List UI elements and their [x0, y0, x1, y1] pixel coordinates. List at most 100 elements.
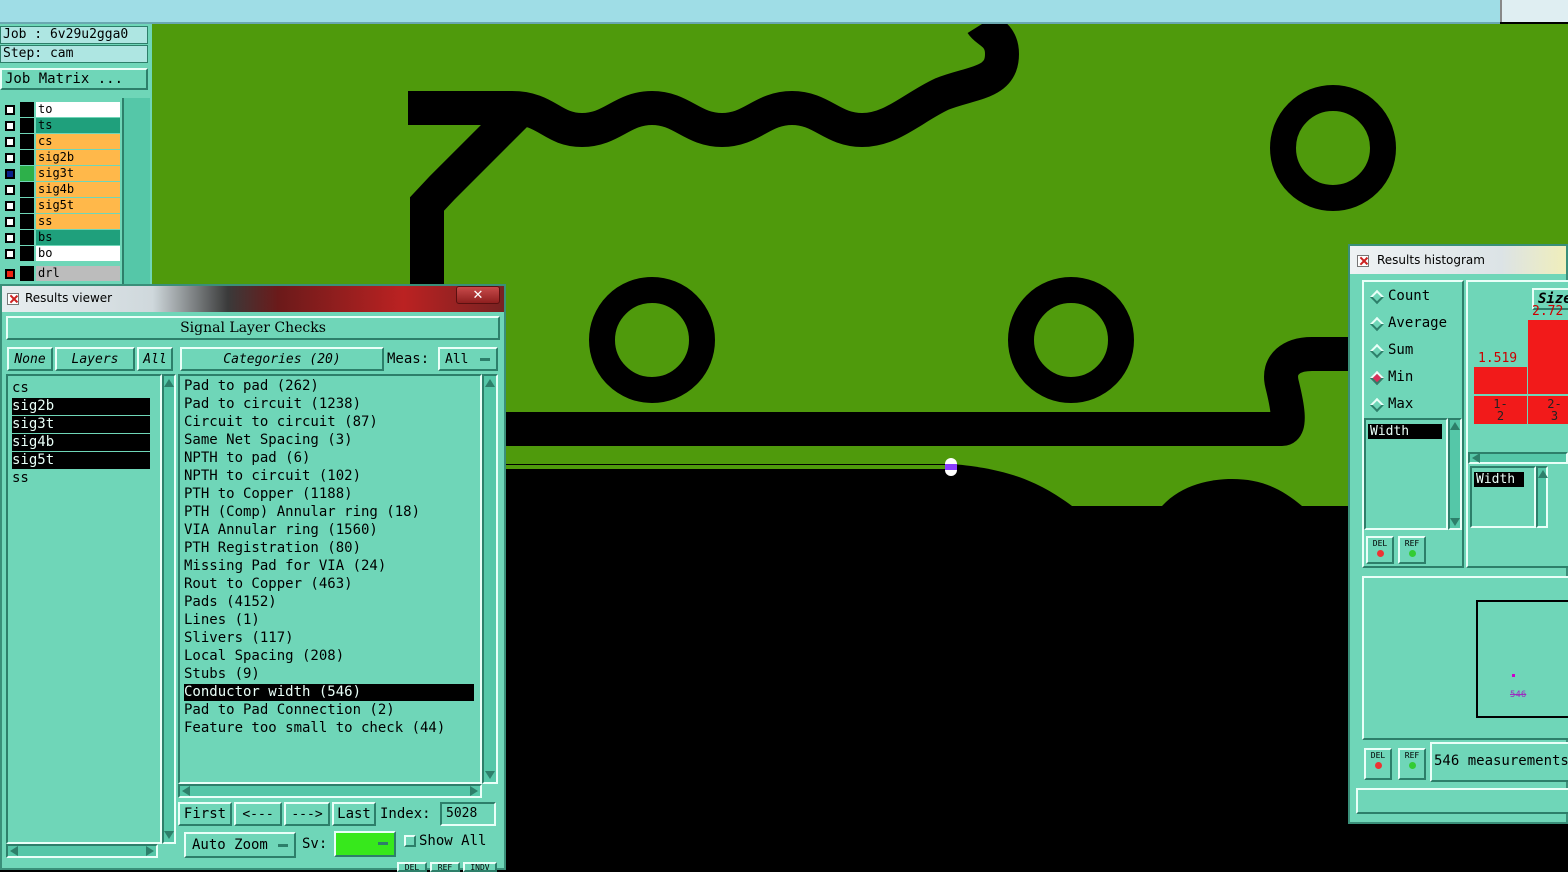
layer-affected-indicator[interactable] — [20, 266, 34, 281]
category-item[interactable]: VIA Annular ring (1560) — [184, 522, 474, 539]
layer-row[interactable]: sig3t — [2, 166, 120, 182]
layer-name[interactable]: sig3t — [36, 166, 120, 181]
layer-list-scrollbar[interactable] — [122, 98, 150, 286]
preview-frame[interactable]: 546 — [1476, 600, 1568, 718]
stats-del-button[interactable]: DEL — [1366, 536, 1394, 564]
stat-radio-average[interactable] — [1369, 316, 1385, 332]
layer-name[interactable]: sig5t — [36, 198, 120, 213]
layer-list-item[interactable]: sig4b — [12, 434, 150, 451]
scroll-down-icon[interactable] — [164, 831, 174, 839]
layer-row[interactable]: cs — [2, 134, 120, 150]
measure-item-width[interactable]: Width — [1368, 424, 1442, 439]
layer-checkbox[interactable] — [5, 169, 15, 179]
category-item[interactable]: Local Spacing (208) — [184, 648, 474, 665]
scroll-left-icon[interactable] — [10, 846, 18, 856]
measure-list-2-scroll[interactable] — [1536, 466, 1548, 528]
layer-name[interactable]: sig4b — [36, 182, 120, 197]
layer-selection-list[interactable]: cs sig2b sig3t sig4b sig5t ss — [6, 374, 162, 844]
layer-checkbox[interactable] — [5, 201, 15, 211]
bin-label[interactable]: 1- 2 — [1474, 396, 1527, 424]
layer-name[interactable]: sig2b — [36, 150, 120, 165]
scroll-up-icon[interactable] — [1450, 422, 1460, 430]
stat-radio-count[interactable] — [1369, 289, 1385, 305]
stats-ref-button[interactable]: REF — [1398, 536, 1426, 564]
layer-checkbox[interactable] — [5, 233, 15, 243]
layer-affected-indicator[interactable] — [20, 102, 34, 117]
ref-button[interactable]: REF — [430, 862, 460, 872]
scroll-up-icon[interactable] — [1538, 470, 1548, 478]
layer-list-item[interactable]: sig2b — [12, 398, 150, 415]
next-button[interactable]: ---> — [284, 802, 330, 826]
category-item[interactable]: Lines (1) — [184, 612, 474, 629]
layer-checkbox[interactable] — [5, 137, 15, 147]
measure-item-width-2[interactable]: Width — [1474, 472, 1524, 487]
category-item[interactable]: Same Net Spacing (3) — [184, 432, 474, 449]
meas-dropdown[interactable]: All — [438, 347, 498, 371]
scroll-right-icon[interactable] — [470, 786, 478, 796]
categories-list[interactable]: Pad to pad (262) Pad to circuit (1238) Cir… — [178, 374, 482, 784]
histogram-titlebar[interactable]: Results histogram — [1350, 246, 1566, 274]
scroll-left-icon[interactable] — [182, 786, 190, 796]
layer-name[interactable]: drl — [36, 266, 120, 281]
stat-radio-max[interactable] — [1369, 397, 1385, 413]
layer-list-hscroll[interactable] — [6, 844, 158, 858]
job-matrix-button[interactable]: Job Matrix ... — [0, 68, 148, 90]
layer-affected-indicator[interactable] — [20, 182, 34, 197]
layer-row[interactable]: sig2b — [2, 150, 120, 166]
layer-affected-indicator[interactable] — [20, 230, 34, 245]
layer-list-vscroll[interactable] — [162, 374, 176, 844]
scroll-down-icon[interactable] — [485, 771, 495, 779]
show-all-checkbox[interactable] — [404, 835, 416, 847]
layer-checkbox[interactable] — [5, 153, 15, 163]
layer-row[interactable]: ts — [2, 118, 120, 134]
layer-row[interactable]: bs — [2, 230, 120, 246]
scroll-down-icon[interactable] — [1450, 518, 1460, 526]
categories-button[interactable]: Categories (20) — [180, 347, 384, 371]
category-item[interactable]: PTH Registration (80) — [184, 540, 474, 557]
sv-color-dropdown[interactable] — [334, 831, 396, 857]
del-button[interactable]: DEL — [397, 862, 427, 872]
category-item[interactable]: Rout to Copper (463) — [184, 576, 474, 593]
layer-affected-indicator[interactable] — [20, 134, 34, 149]
indv-button[interactable]: INDV — [463, 862, 497, 872]
stat-radio-sum[interactable] — [1369, 343, 1385, 359]
close-button[interactable]: ✕ — [456, 286, 500, 304]
index-input[interactable]: 5028 — [440, 802, 496, 826]
scroll-left-icon[interactable] — [1472, 453, 1480, 463]
categories-vscroll[interactable] — [482, 374, 498, 784]
category-item[interactable]: PTH to Copper (1188) — [184, 486, 474, 503]
layer-name[interactable]: ts — [36, 118, 120, 133]
histogram-bar[interactable] — [1474, 366, 1527, 394]
layer-affected-indicator[interactable] — [20, 150, 34, 165]
layer-name[interactable]: ss — [36, 214, 120, 229]
layer-row[interactable]: to — [2, 102, 120, 118]
categories-hscroll[interactable] — [178, 784, 482, 798]
bin-label[interactable]: 2- 3 — [1528, 396, 1568, 424]
scroll-up-icon[interactable] — [164, 379, 174, 387]
category-item[interactable]: Pad to pad (262) — [184, 378, 474, 395]
layer-name[interactable]: bo — [36, 246, 120, 261]
results-viewer-titlebar[interactable]: Results viewer ✕ — [2, 286, 504, 312]
layer-name[interactable]: bs — [36, 230, 120, 245]
category-item[interactable]: Pads (4152) — [184, 594, 474, 611]
last-button[interactable]: Last — [332, 802, 376, 826]
layer-affected-indicator[interactable] — [20, 118, 34, 133]
layer-affected-indicator[interactable] — [20, 214, 34, 229]
layers-button[interactable]: Layers — [55, 347, 135, 371]
measure-list[interactable]: Width — [1364, 418, 1448, 530]
category-item[interactable]: Circuit to circuit (87) — [184, 414, 474, 431]
layer-checkbox[interactable] — [5, 185, 15, 195]
category-item[interactable]: Stubs (9) — [184, 666, 474, 683]
layer-name[interactable]: cs — [36, 134, 120, 149]
scroll-up-icon[interactable] — [485, 379, 495, 387]
layer-row[interactable]: bo — [2, 246, 120, 262]
category-item[interactable]: Pad to Pad Connection (2) — [184, 702, 474, 719]
category-item[interactable]: NPTH to pad (6) — [184, 450, 474, 467]
layer-affected-indicator[interactable] — [20, 246, 34, 261]
layer-list-item[interactable]: sig5t — [12, 452, 150, 469]
category-item[interactable]: NPTH to circuit (102) — [184, 468, 474, 485]
layer-row[interactable]: drl — [2, 266, 120, 282]
histogram-bar[interactable] — [1528, 320, 1568, 394]
category-item[interactable]: Feature too small to check (44) — [184, 720, 474, 737]
layer-affected-indicator[interactable] — [20, 166, 34, 181]
